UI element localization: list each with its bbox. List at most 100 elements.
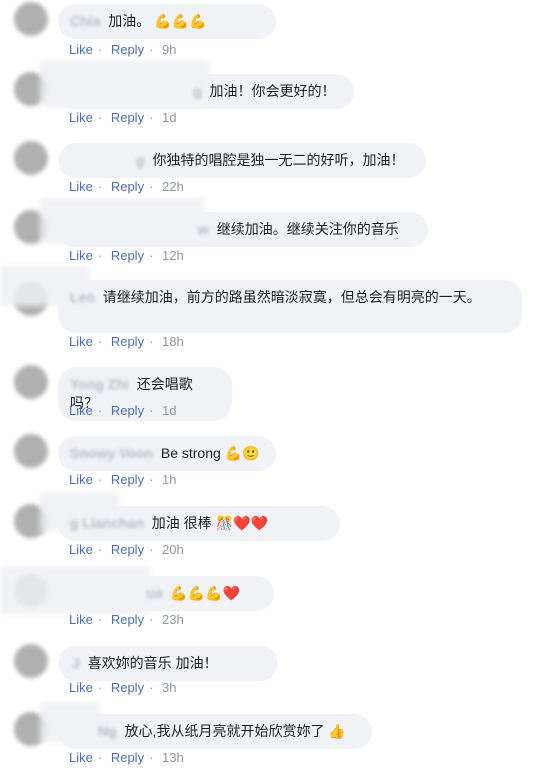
- reply-link[interactable]: Reply: [111, 750, 144, 765]
- timestamp[interactable]: 1h: [162, 472, 176, 487]
- separator: ·: [149, 612, 154, 627]
- avatar[interactable]: [14, 434, 48, 468]
- comment-text: 加油！你会更好的！: [209, 83, 336, 99]
- separator: ·: [97, 334, 103, 349]
- thumbs-up-emoji: 👍: [328, 723, 346, 739]
- comment-actions: Like · Reply · 22h: [69, 179, 189, 194]
- separator: ·: [97, 542, 103, 557]
- comment-bubble: Snowy Voon Be strong 💪🙂: [58, 436, 276, 471]
- timestamp[interactable]: 22h: [162, 179, 184, 194]
- comment-text: 加油 很棒: [151, 515, 212, 531]
- separator: ·: [149, 179, 154, 194]
- comment-bubble: g Lianchan 加油 很棒 🎊❤️❤️: [58, 506, 340, 541]
- timestamp[interactable]: 20h: [162, 542, 184, 557]
- comments-page: { "ui": { "like": "Like", "reply": "Repl…: [0, 0, 549, 775]
- commenter-name[interactable]: g Lianchan: [70, 515, 144, 531]
- like-link[interactable]: Like: [69, 110, 93, 125]
- timestamp[interactable]: 9h: [162, 42, 176, 57]
- commenter-name[interactable]: Leo: [70, 289, 95, 305]
- comment-text: 请继续加油，前方的路虽然暗淡寂寞，但总会有明亮的一天。: [102, 289, 481, 305]
- commenter-name[interactable]: Ng: [98, 723, 117, 739]
- separator: ·: [97, 403, 103, 418]
- comment-actions: Like · Reply · 1d: [69, 403, 182, 418]
- biceps-smile-emoji: 💪🙂: [224, 445, 260, 461]
- comment-bubble: g 加油！你会更好的！: [58, 74, 354, 109]
- timestamp[interactable]: 13h: [162, 750, 184, 765]
- reply-link[interactable]: Reply: [111, 179, 144, 194]
- separator: ·: [97, 110, 103, 125]
- commenter-name[interactable]: w: [198, 221, 209, 237]
- like-link[interactable]: Like: [69, 179, 93, 194]
- avatar[interactable]: [14, 365, 48, 399]
- reply-link[interactable]: Reply: [111, 248, 144, 263]
- like-link[interactable]: Like: [69, 334, 93, 349]
- comment-actions: Like · Reply · 13h: [69, 750, 189, 765]
- like-link[interactable]: Like: [69, 248, 93, 263]
- reply-link[interactable]: Reply: [111, 680, 144, 695]
- commenter-name[interactable]: Chia: [70, 13, 100, 29]
- reply-link[interactable]: Reply: [111, 403, 144, 418]
- commenter-name[interactable]: Snowy Voon: [70, 445, 153, 461]
- comment-text: 你独特的唱腔是独一无二的好听，加油！: [152, 152, 405, 168]
- flexed-biceps-emoji: 💪💪💪: [154, 13, 207, 29]
- comment-bubble: Ng 放心,我从纸月亮就开始欣赏妳了 👍: [58, 714, 372, 749]
- timestamp[interactable]: 1d: [162, 110, 176, 125]
- reply-link[interactable]: Reply: [111, 334, 144, 349]
- separator: ·: [97, 179, 103, 194]
- reply-link[interactable]: Reply: [111, 542, 144, 557]
- biceps-heart-emoji: 💪💪💪❤️: [170, 585, 240, 601]
- timestamp[interactable]: 18h: [162, 334, 184, 349]
- separator: ·: [149, 42, 154, 57]
- commenter-name[interactable]: Yong Zhi: [70, 376, 129, 392]
- commenter-name[interactable]: g: [193, 83, 202, 99]
- like-link[interactable]: Like: [69, 42, 93, 57]
- separator: ·: [149, 248, 154, 263]
- separator: ·: [97, 612, 103, 627]
- commenter-name[interactable]: g: [136, 152, 145, 168]
- commenter-name[interactable]: ua: [146, 585, 162, 601]
- comment-bubble: w 继续加油。继续关注你的音乐: [58, 212, 428, 247]
- comment-text: 继续加油。继续关注你的音乐: [216, 221, 399, 237]
- separator: ·: [149, 750, 154, 765]
- like-link[interactable]: Like: [69, 542, 93, 557]
- reply-link[interactable]: Reply: [111, 42, 144, 57]
- comment-bubble: ua 💪💪💪❤️: [58, 576, 274, 611]
- comment-actions: Like · Reply · 3h: [69, 680, 182, 695]
- comment-actions: Like · Reply · 23h: [69, 612, 189, 627]
- reply-link[interactable]: Reply: [111, 110, 144, 125]
- like-link[interactable]: Like: [69, 612, 93, 627]
- comment-actions: Like · Reply · 12h: [69, 248, 189, 263]
- separator: ·: [149, 542, 154, 557]
- like-link[interactable]: Like: [69, 472, 93, 487]
- comment-bubble: Leo 请继续加油，前方的路虽然暗淡寂寞，但总会有明亮的一天。: [58, 280, 522, 333]
- reply-link[interactable]: Reply: [111, 612, 144, 627]
- separator: ·: [149, 334, 154, 349]
- comment-actions: Like · Reply · 1h: [69, 472, 182, 487]
- separator: ·: [149, 110, 154, 125]
- confetti-hearts-emoji: 🎊❤️❤️: [215, 515, 268, 531]
- comment-actions: Like · Reply · 9h: [69, 42, 182, 57]
- comment-text: 加油。: [108, 13, 151, 29]
- comment-text: Be strong: [160, 445, 221, 461]
- separator: ·: [97, 750, 103, 765]
- separator: ·: [149, 472, 154, 487]
- avatar[interactable]: [14, 2, 48, 36]
- avatar[interactable]: [14, 644, 48, 678]
- timestamp[interactable]: 3h: [162, 680, 176, 695]
- like-link[interactable]: Like: [69, 750, 93, 765]
- avatar[interactable]: [14, 141, 48, 175]
- commenter-name[interactable]: J: [72, 655, 80, 671]
- timestamp[interactable]: 12h: [162, 248, 184, 263]
- comment-bubble: Chia 加油。 💪💪💪: [58, 4, 276, 39]
- like-link[interactable]: Like: [69, 403, 93, 418]
- reply-link[interactable]: Reply: [111, 472, 144, 487]
- separator: ·: [97, 42, 103, 57]
- like-link[interactable]: Like: [69, 680, 93, 695]
- separator: ·: [97, 248, 103, 263]
- timestamp[interactable]: 23h: [162, 612, 184, 627]
- comment-actions: Like · Reply · 20h: [69, 542, 189, 557]
- separator: ·: [97, 680, 103, 695]
- timestamp[interactable]: 1d: [162, 403, 176, 418]
- comment-bubble: J 喜欢妳的音乐 加油！: [58, 646, 278, 681]
- separator: ·: [149, 680, 154, 695]
